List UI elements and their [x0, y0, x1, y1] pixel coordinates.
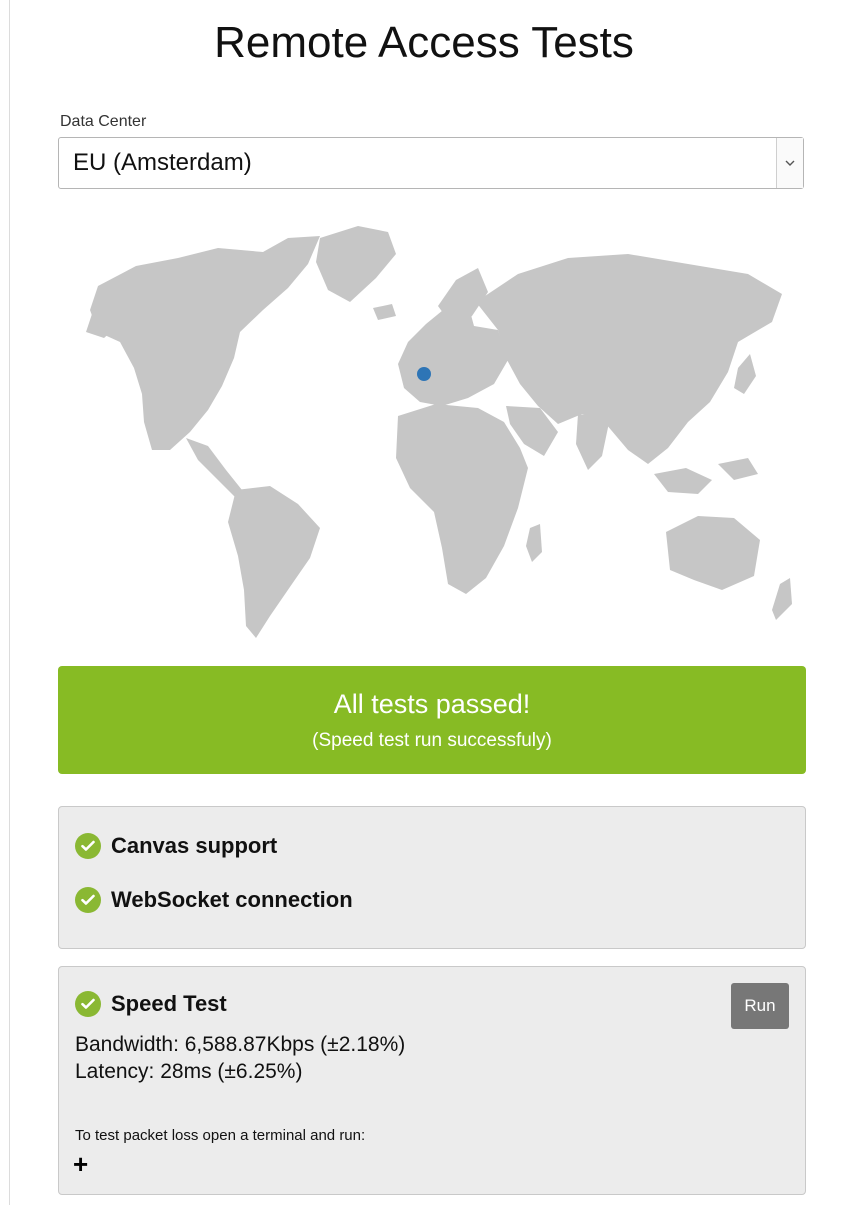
check-circle-icon	[75, 991, 101, 1017]
banner-subtitle: (Speed test run successfuly)	[312, 730, 552, 751]
check-item-websocket: WebSocket connection	[75, 887, 353, 913]
speed-test-panel: Speed Test Run Bandwidth: 6,588.87Kbps (…	[58, 966, 806, 1195]
data-center-selected-value: EU (Amsterdam)	[73, 149, 252, 176]
speed-test-header: Speed Test	[75, 991, 227, 1017]
data-center-marker	[417, 367, 431, 381]
latency-stat: Latency: 28ms (±6.25%)	[75, 1060, 303, 1083]
check-item-canvas: Canvas support	[75, 833, 277, 859]
bandwidth-stat: Bandwidth: 6,588.87Kbps (±2.18%)	[75, 1033, 406, 1056]
check-circle-icon	[75, 887, 101, 913]
packet-loss-hint: To test packet loss open a terminal and …	[75, 1127, 366, 1144]
capability-checks-panel: Canvas support WebSocket connection	[58, 806, 806, 949]
page-title: Remote Access Tests	[214, 18, 634, 67]
run-button[interactable]: Run	[731, 983, 789, 1029]
data-center-select[interactable]: EU (Amsterdam)	[58, 137, 804, 189]
check-label: Canvas support	[111, 833, 278, 858]
tests-passed-banner: All tests passed! (Speed test run succes…	[58, 666, 806, 774]
page-left-border	[9, 0, 10, 1205]
speed-test-label: Speed Test	[111, 991, 227, 1016]
world-map-land	[86, 226, 792, 638]
world-map	[58, 218, 804, 648]
data-center-label: Data Center	[60, 113, 147, 130]
banner-title: All tests passed!	[333, 689, 531, 719]
check-circle-icon	[75, 833, 101, 859]
check-label: WebSocket connection	[111, 887, 353, 912]
plus-icon[interactable]: +	[73, 1151, 88, 1177]
chevron-down-icon[interactable]	[776, 138, 803, 188]
